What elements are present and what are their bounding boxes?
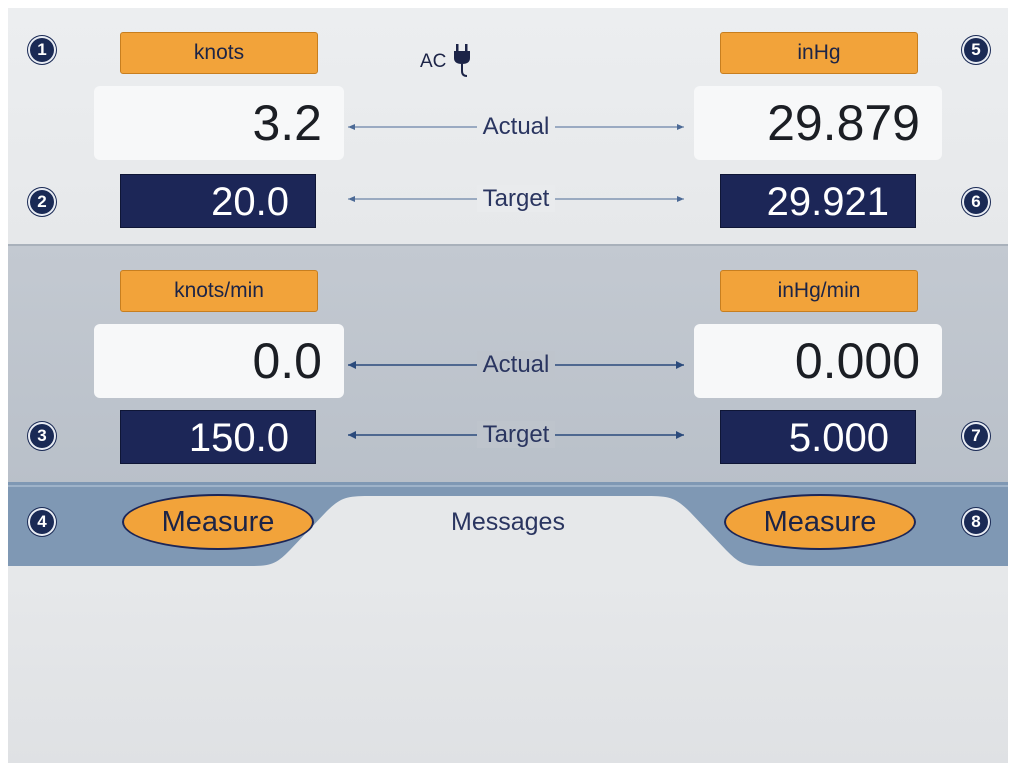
messages-tab-label[interactable]: Messages [388, 508, 628, 537]
marker-4: 4 [28, 508, 56, 536]
target-arrow-row: Target [344, 184, 688, 214]
rate-target-label: Target [476, 421, 556, 448]
marker-3: 3 [28, 422, 56, 450]
rate-actual-label: Actual [476, 351, 556, 378]
marker-6: 6 [962, 188, 990, 216]
instrument-screen: 1 2 5 6 knots inHg AC 3.2 29.879 Actual … [8, 8, 1008, 763]
target-label: Target [476, 185, 556, 212]
ac-power-indicator: AC [420, 42, 474, 82]
messages-area [8, 578, 1008, 763]
pressure-rate-actual-display: 0.000 [694, 324, 942, 398]
ac-plug-icon [452, 40, 474, 85]
left-measure-button[interactable]: Measure [122, 494, 314, 550]
pressure-rate-target-field[interactable]: 5.000 [720, 410, 916, 464]
pressure-unit-button[interactable]: inHg [720, 32, 918, 74]
marker-5: 5 [962, 36, 990, 64]
marker-2: 2 [28, 188, 56, 216]
ac-label: AC [420, 51, 447, 72]
speed-rate-unit-button[interactable]: knots/min [120, 270, 318, 312]
speed-actual-display: 3.2 [94, 86, 344, 160]
speed-rate-target-field[interactable]: 150.0 [120, 410, 316, 464]
marker-8: 8 [962, 508, 990, 536]
primary-values-panel: 1 2 5 6 knots inHg AC 3.2 29.879 Actual … [8, 8, 1008, 244]
rate-actual-arrow-row: Actual [344, 350, 688, 380]
speed-target-field[interactable]: 20.0 [120, 174, 316, 228]
rate-values-panel: knots/min inHg/min 0.0 0.000 Actual 3 7 … [8, 244, 1008, 486]
pressure-rate-unit-button[interactable]: inHg/min [720, 270, 918, 312]
rate-target-arrow-row: Target [344, 420, 688, 450]
actual-label: Actual [476, 113, 556, 140]
speed-rate-actual-display: 0.0 [94, 324, 344, 398]
actual-arrow-row: Actual [344, 112, 688, 142]
pressure-target-field[interactable]: 29.921 [720, 174, 916, 228]
marker-7: 7 [962, 422, 990, 450]
marker-1: 1 [28, 36, 56, 64]
pressure-actual-display: 29.879 [694, 86, 942, 160]
speed-unit-button[interactable]: knots [120, 32, 318, 74]
right-measure-button[interactable]: Measure [724, 494, 916, 550]
